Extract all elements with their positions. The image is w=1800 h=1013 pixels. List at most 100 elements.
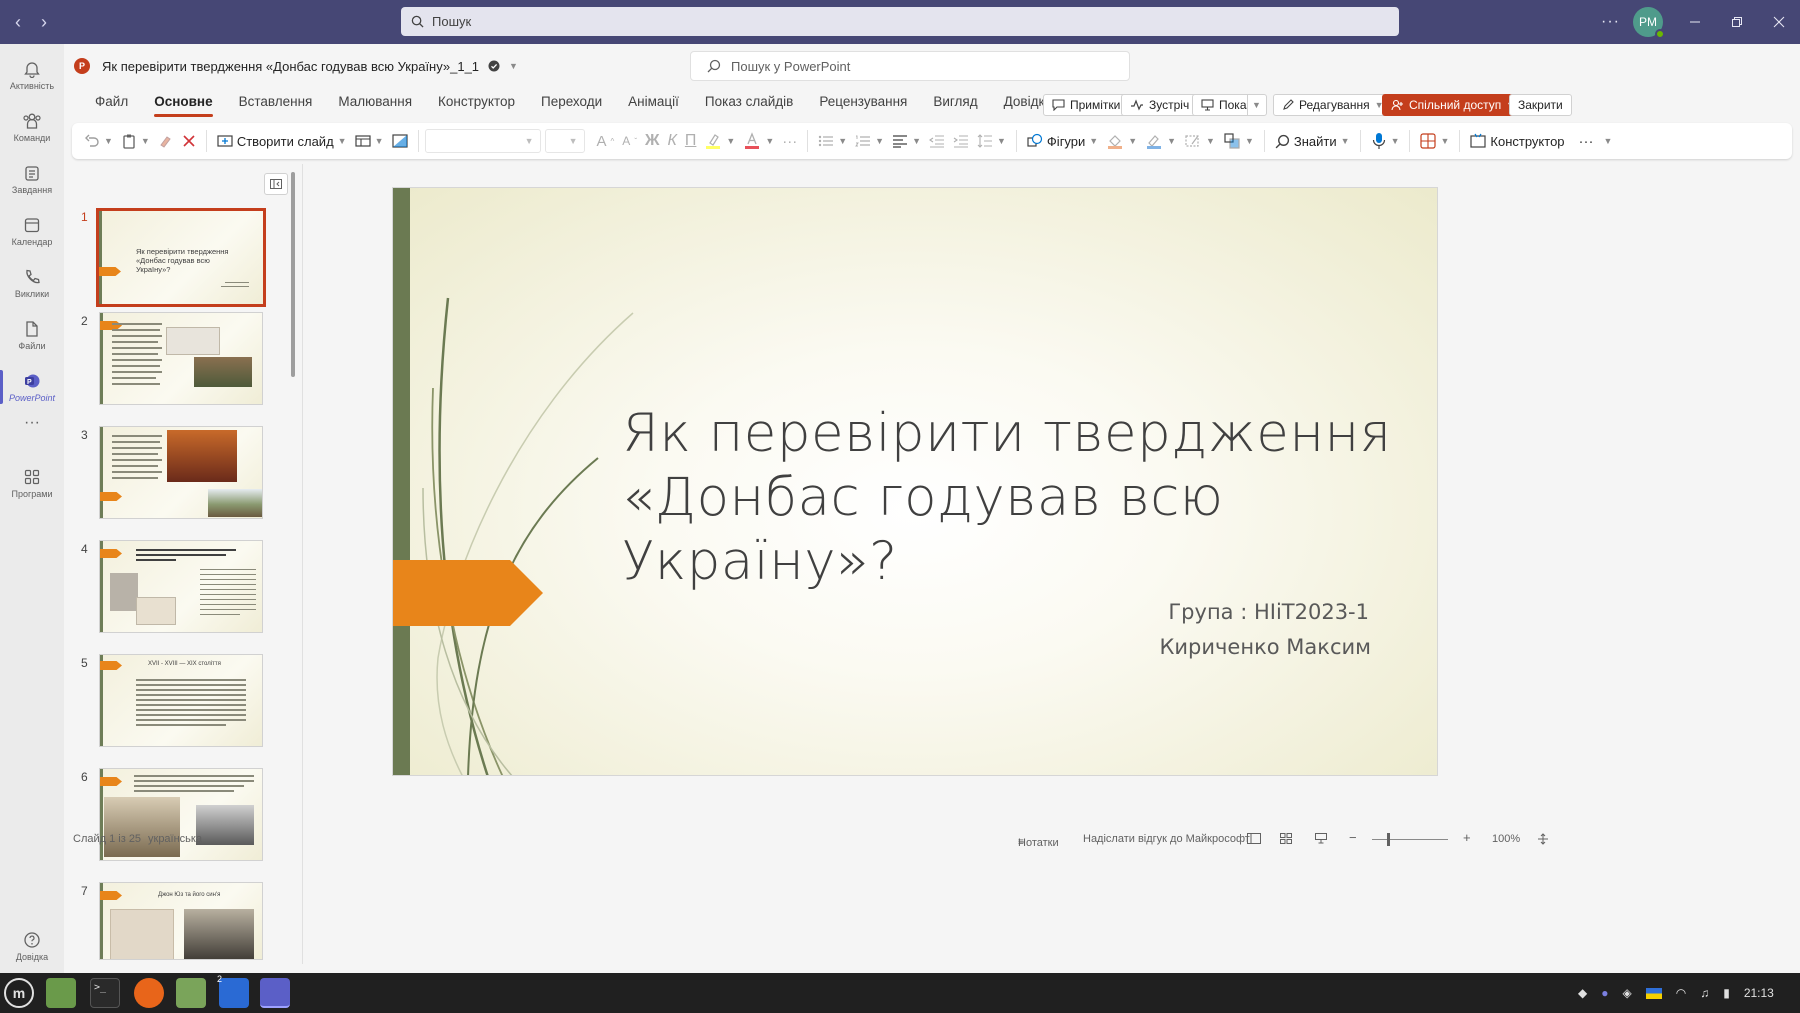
slide-thumbnail-3[interactable]	[99, 426, 263, 519]
language-indicator[interactable]: українська	[148, 833, 202, 845]
sorter-view-icon[interactable]	[1280, 833, 1292, 844]
teams-search-input[interactable]: Пошук	[401, 7, 1399, 36]
start-menu-icon[interactable]: m	[4, 978, 34, 1008]
volume-icon[interactable]: ♫	[1700, 986, 1709, 1000]
rail-item-calls[interactable]: Виклики	[0, 258, 64, 308]
present-dropdown[interactable]: ▼	[1247, 94, 1267, 116]
zoom-in-icon[interactable]: +	[1463, 830, 1471, 845]
delete-button[interactable]	[178, 127, 200, 155]
highlight-button[interactable]: ▼	[700, 127, 739, 155]
forward-arrow-icon[interactable]: ›	[33, 12, 55, 32]
rail-item-teams[interactable]: Команди	[0, 102, 64, 152]
increase-font-icon[interactable]: A ^	[593, 127, 619, 155]
sync-status-icon[interactable]	[487, 59, 501, 73]
tab-review[interactable]: Рецензування	[806, 91, 920, 113]
rail-item-help[interactable]: Довідка	[0, 924, 64, 968]
slideshow-view-icon[interactable]	[1315, 833, 1327, 844]
wifi-icon[interactable]: ◠	[1676, 986, 1686, 1000]
tab-file[interactable]: Файл	[82, 91, 141, 113]
thumbnail-scrollbar[interactable]	[291, 172, 295, 377]
battery-icon[interactable]: ▮	[1723, 986, 1730, 1000]
font-family-select[interactable]: ▼	[424, 129, 541, 153]
slide-title[interactable]: Як перевірити твердження «Донбас годував…	[622, 402, 1402, 594]
normal-view-icon[interactable]	[1247, 833, 1261, 844]
powerpoint-search-input[interactable]: Пошук у PowerPoint	[690, 51, 1130, 81]
slide-thumbnail-4[interactable]	[99, 540, 263, 633]
meet-button[interactable]: Зустріч	[1121, 94, 1199, 116]
slide-group-text[interactable]: Група : НІіТ2023-1	[1168, 600, 1369, 624]
rail-more-icon[interactable]: ···	[0, 408, 64, 438]
decrease-indent-icon[interactable]	[925, 127, 949, 155]
tab-design[interactable]: Конструктор	[425, 91, 528, 113]
tab-view[interactable]: Вигляд	[920, 91, 990, 113]
shape-fill-button[interactable]: ▼	[1102, 127, 1141, 155]
undo-button[interactable]: ▼	[80, 127, 117, 155]
find-button[interactable]: Знайти ▼	[1271, 127, 1354, 155]
dictate-button[interactable]: ▼	[1367, 127, 1404, 155]
slide-thumbnail-1[interactable]: Як перевірити твердження «Донбас годував…	[96, 208, 266, 307]
tab-animations[interactable]: Анімації	[615, 91, 692, 113]
teams-tray-icon[interactable]: ●	[1601, 986, 1608, 1000]
files-folder-icon[interactable]	[176, 978, 206, 1008]
rail-item-activity[interactable]: Активність	[0, 50, 64, 100]
tab-insert[interactable]: Вставлення	[226, 91, 326, 113]
ribbon-more-icon[interactable]: ···	[1575, 127, 1598, 155]
zoom-slider[interactable]	[1372, 839, 1448, 840]
editing-mode-button[interactable]: Редагування ▼	[1273, 94, 1393, 116]
addins-button[interactable]: ▼	[1416, 127, 1453, 155]
bullets-button[interactable]: ▼	[814, 127, 851, 155]
clock[interactable]: 21:13	[1744, 986, 1774, 1000]
rail-item-apps[interactable]: Програми	[0, 458, 64, 508]
more-options-icon[interactable]: ···	[1601, 0, 1620, 44]
underline-button[interactable]: П	[681, 127, 701, 155]
title-chevron-down-icon[interactable]: ▼	[509, 61, 518, 71]
increase-indent-icon[interactable]	[949, 127, 973, 155]
tab-slideshow[interactable]: Показ слайдів	[692, 91, 806, 113]
show-desktop-icon[interactable]	[46, 978, 76, 1008]
minimize-icon[interactable]	[1689, 0, 1701, 44]
tab-draw[interactable]: Малювання	[325, 91, 425, 113]
teams-taskbar-icon[interactable]	[260, 978, 290, 1008]
keyboard-layout-icon[interactable]	[1645, 987, 1662, 999]
zoom-out-icon[interactable]: −	[1349, 830, 1357, 845]
fit-slide-icon[interactable]	[1537, 833, 1549, 845]
align-button[interactable]: ▼	[888, 127, 925, 155]
slide-author-text[interactable]: Кириченко Максим	[1159, 635, 1371, 659]
comments-button[interactable]: Примітки	[1043, 94, 1130, 116]
document-title[interactable]: Як перевірити твердження «Донбас годував…	[102, 59, 479, 74]
line-spacing-button[interactable]: ▼	[973, 127, 1010, 155]
zoom-level[interactable]: 100%	[1492, 833, 1520, 845]
font-color-button[interactable]: ▼	[739, 127, 778, 155]
tab-transitions[interactable]: Переходи	[528, 91, 615, 113]
bold-button[interactable]: Ж	[641, 127, 663, 155]
share-button[interactable]: Спільний доступ ▼	[1382, 94, 1525, 116]
slide-background-button[interactable]	[388, 127, 412, 155]
avatar[interactable]: PM	[1633, 7, 1665, 39]
slide-thumbnail-5[interactable]: XVII - XVIII — XIX століття	[99, 654, 263, 747]
rail-item-files[interactable]: Файли	[0, 310, 64, 360]
close-window-icon[interactable]	[1773, 0, 1785, 44]
text-editor-icon[interactable]: 2	[217, 974, 249, 1008]
back-arrow-icon[interactable]: ‹	[7, 12, 29, 32]
arrange-button[interactable]: ▼	[1219, 127, 1258, 155]
shapes-button[interactable]: Фігури ▼	[1023, 127, 1102, 155]
slide-thumbnail-2[interactable]	[99, 312, 263, 405]
layout-button[interactable]: ▼	[351, 127, 388, 155]
decrease-font-icon[interactable]: Aˇ	[618, 127, 641, 155]
numbering-button[interactable]: ▼	[851, 127, 888, 155]
firefox-icon[interactable]	[134, 978, 164, 1008]
zoom-slider-thumb[interactable]	[1387, 833, 1390, 846]
shape-effects-button[interactable]: ▼	[1180, 127, 1219, 155]
paste-button[interactable]: ▼	[117, 127, 154, 155]
designer-button[interactable]: Конструктор	[1466, 127, 1568, 155]
rail-item-powerpoint[interactable]: P PowerPoint	[0, 362, 64, 412]
restore-icon[interactable]	[1731, 0, 1743, 44]
new-slide-button[interactable]: Створити слайд ▼	[213, 127, 351, 155]
slide-thumbnail-7[interactable]: Джон Юз та його син'я	[99, 882, 263, 960]
rail-item-tasks[interactable]: Завдання	[0, 154, 64, 204]
feedback-link[interactable]: Надіслати відгук до Майкрософт	[1083, 833, 1250, 845]
italic-button[interactable]: К	[663, 127, 680, 155]
shield-icon[interactable]: ◈	[1622, 986, 1631, 1000]
tab-home[interactable]: Основне	[141, 91, 225, 117]
format-painter-button[interactable]	[154, 127, 178, 155]
